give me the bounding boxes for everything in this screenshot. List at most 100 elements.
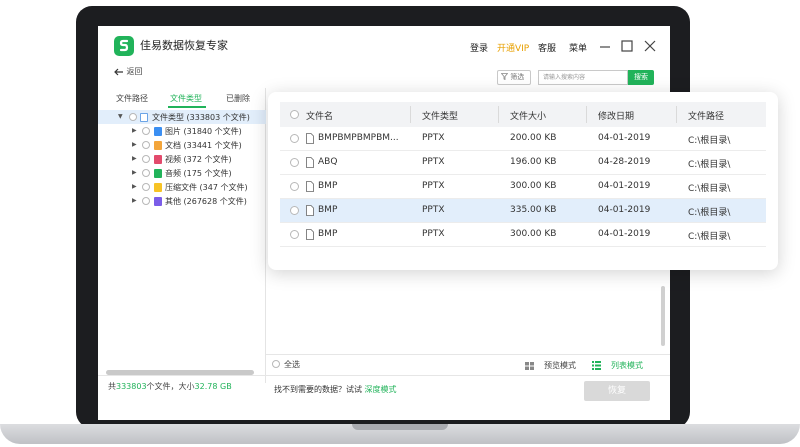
- tree-root-label: 文件类型 (333803 个文件): [152, 113, 250, 122]
- login-link[interactable]: 登录: [470, 41, 488, 54]
- row-select-radio[interactable]: [290, 182, 299, 191]
- file-icon: [306, 181, 314, 192]
- back-button[interactable]: 返回: [114, 66, 143, 77]
- tree-radio[interactable]: [142, 183, 150, 191]
- cell-date: 04-01-2019: [598, 205, 651, 215]
- recover-button[interactable]: 恢复: [584, 381, 650, 401]
- vip-link[interactable]: 开通VIP: [497, 41, 529, 54]
- maximize-icon[interactable]: [620, 39, 634, 53]
- cell-size: 300.00 KB: [510, 181, 557, 191]
- tree-item-label: 音频 (175 个文件): [165, 169, 232, 178]
- preview-mode-icon[interactable]: [525, 362, 534, 370]
- other-icon: [154, 197, 162, 206]
- file-icon: [306, 157, 314, 168]
- tab-file-path[interactable]: 文件路径: [116, 93, 148, 104]
- menu-link[interactable]: 菜单: [569, 41, 587, 54]
- column-header-size[interactable]: 文件大小: [510, 109, 546, 122]
- cell-name: ABQ: [318, 157, 338, 167]
- service-link[interactable]: 客服: [538, 41, 556, 54]
- video-icon: [154, 155, 162, 164]
- tree-radio[interactable]: [142, 141, 150, 149]
- table-row[interactable]: BMPBMPBMPBM... PPTX 200.00 KB 04-01-2019…: [280, 127, 766, 151]
- expand-arrow-icon[interactable]: ▶: [132, 197, 137, 204]
- file-count: 333803: [116, 382, 147, 391]
- select-all-radio[interactable]: [272, 360, 280, 368]
- table-header: 文件名 文件类型 文件大小 修改日期 文件路径: [280, 102, 766, 127]
- close-icon[interactable]: [643, 39, 657, 53]
- image-icon: [154, 127, 162, 136]
- column-header-date[interactable]: 修改日期: [598, 109, 634, 122]
- cell-name: BMPBMPBMPBM...: [318, 133, 399, 143]
- expand-arrow-icon[interactable]: ▶: [132, 127, 137, 134]
- row-select-radio[interactable]: [290, 158, 299, 167]
- header-select-radio[interactable]: [290, 110, 299, 119]
- tab-deleted[interactable]: 已删除: [226, 93, 250, 104]
- tree-radio[interactable]: [129, 113, 137, 121]
- cell-type: PPTX: [422, 157, 445, 167]
- cell-path: C:\根目录\: [688, 136, 731, 146]
- tree-root[interactable]: ▼ 文件类型 (333803 个文件): [98, 110, 266, 124]
- active-tab-indicator: [168, 106, 206, 108]
- filter-button[interactable]: 筛选: [497, 70, 531, 85]
- help-text: 找不到需要的数据？试试 深度模式: [274, 384, 397, 395]
- cell-path: C:\根目录\: [688, 160, 731, 170]
- app-logo-icon: [114, 36, 134, 56]
- tree-radio[interactable]: [142, 197, 150, 205]
- search-input[interactable]: 请输入搜索内容: [538, 70, 628, 85]
- list-mode-button[interactable]: 列表模式: [611, 360, 643, 371]
- cell-type: PPTX: [422, 205, 445, 215]
- footer-divider: [98, 375, 670, 376]
- table-row[interactable]: BMP PPTX 300.00 KB 04-01-2019 C:\根目录\: [280, 223, 766, 247]
- tree-radio[interactable]: [142, 127, 150, 135]
- laptop-notch: [352, 424, 448, 430]
- cell-size: 300.00 KB: [510, 229, 557, 239]
- table-row[interactable]: ABQ PPTX 196.00 KB 04-28-2019 C:\根目录\: [280, 151, 766, 175]
- funnel-icon: [500, 73, 509, 81]
- column-header-name[interactable]: 文件名: [306, 109, 333, 122]
- column-header-path[interactable]: 文件路径: [688, 109, 724, 122]
- row-select-radio[interactable]: [290, 206, 299, 215]
- expand-arrow-icon[interactable]: ▶: [132, 155, 137, 162]
- cell-date: 04-01-2019: [598, 181, 651, 191]
- select-all-label[interactable]: 全选: [284, 359, 300, 370]
- back-label: 返回: [126, 67, 143, 76]
- table-row[interactable]: BMP PPTX 300.00 KB 04-01-2019 C:\根目录\: [280, 175, 766, 199]
- laptop-mockup: 佳易数据恢复专家 登录 开通VIP 客服 菜单 返回 筛选 请输入搜索内容 搜索…: [0, 0, 800, 447]
- tree-item-label: 视频 (372 个文件): [165, 155, 232, 164]
- cell-size: 196.00 KB: [510, 157, 557, 167]
- help-prompt: 找不到需要的数据？试试: [274, 385, 362, 394]
- total-size: 32.78 GB: [194, 382, 232, 391]
- cell-type: PPTX: [422, 229, 445, 239]
- collapse-arrow-icon[interactable]: ▼: [118, 113, 123, 120]
- cell-size: 200.00 KB: [510, 133, 557, 143]
- stats-prefix: 共: [108, 382, 116, 391]
- column-divider: [586, 106, 587, 123]
- expand-arrow-icon[interactable]: ▶: [132, 183, 137, 190]
- preview-mode-button[interactable]: 预览模式: [544, 360, 576, 371]
- search-button[interactable]: 搜索: [628, 70, 654, 85]
- stats-mid: 个文件，大小: [146, 382, 195, 391]
- file-stats: 共333803个文件，大小32.78 GB: [108, 381, 232, 392]
- file-icon: [306, 133, 314, 144]
- deep-mode-link[interactable]: 深度模式: [365, 385, 397, 394]
- tab-file-type[interactable]: 文件类型: [170, 93, 202, 104]
- file-icon: [306, 205, 314, 216]
- expand-arrow-icon[interactable]: ▶: [132, 169, 137, 176]
- row-select-radio[interactable]: [290, 230, 299, 239]
- expand-arrow-icon[interactable]: ▶: [132, 141, 137, 148]
- cell-type: PPTX: [422, 133, 445, 143]
- title-bar: 佳易数据恢复专家 登录 开通VIP 客服 菜单: [98, 26, 670, 66]
- cell-date: 04-01-2019: [598, 133, 651, 143]
- list-mode-icon[interactable]: [592, 361, 601, 370]
- file-type-icon: [140, 113, 148, 122]
- column-divider: [410, 106, 411, 123]
- table-row-selected[interactable]: BMP PPTX 335.00 KB 04-01-2019 C:\根目录\: [280, 199, 766, 223]
- tree-radio[interactable]: [142, 155, 150, 163]
- vertical-scrollbar[interactable]: [661, 286, 665, 346]
- tree-radio[interactable]: [142, 169, 150, 177]
- column-header-type[interactable]: 文件类型: [422, 109, 458, 122]
- minimize-icon[interactable]: [598, 39, 612, 53]
- row-select-radio[interactable]: [290, 134, 299, 143]
- cell-date: 04-28-2019: [598, 157, 651, 167]
- column-divider: [498, 106, 499, 123]
